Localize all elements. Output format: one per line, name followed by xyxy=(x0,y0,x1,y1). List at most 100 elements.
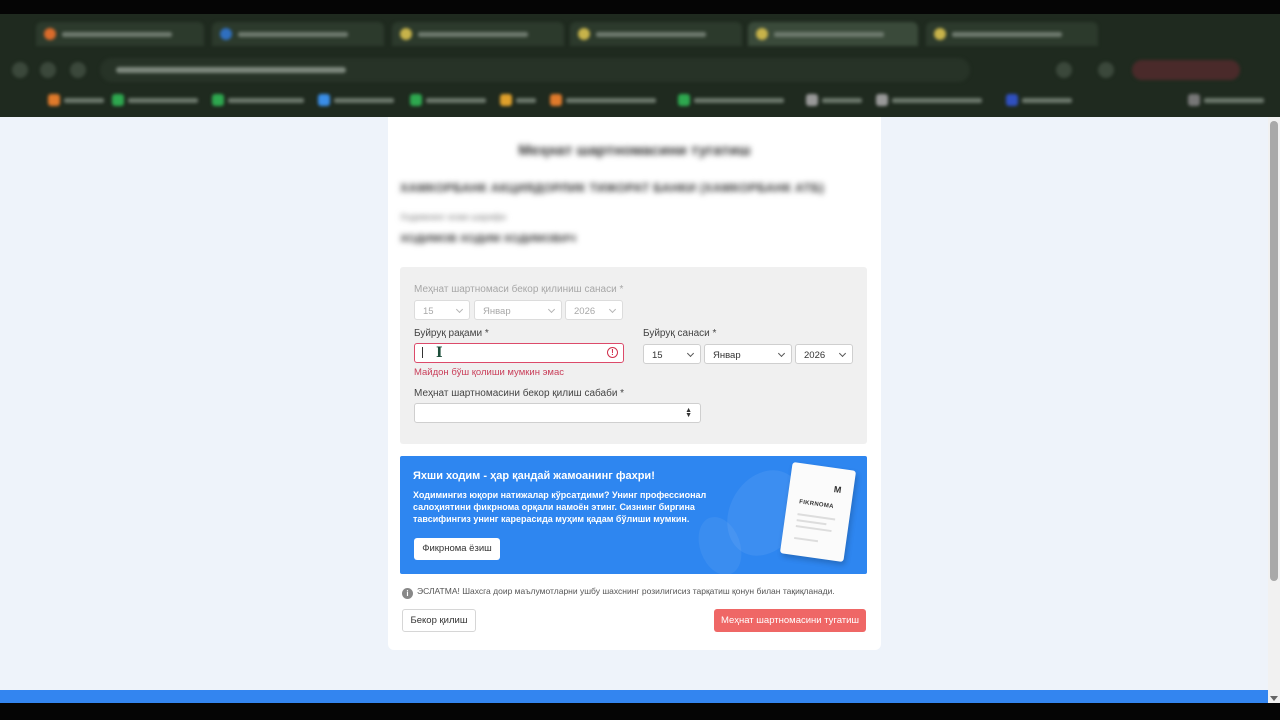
bookmarks-bar xyxy=(0,88,1280,112)
folder-icon xyxy=(1188,94,1200,106)
bookmark-icon xyxy=(112,94,124,106)
banner-title: Яхши ходим - ҳар қандай жамоанинг фахри! xyxy=(413,470,655,482)
bookmark-icon xyxy=(318,94,330,106)
bookmark-icon xyxy=(48,94,60,106)
text-cursor-icon: I xyxy=(436,345,443,361)
extensions-icon[interactable] xyxy=(1056,62,1072,78)
order-month-select[interactable]: Январ xyxy=(704,344,792,364)
document-logo: M xyxy=(833,484,842,495)
sort-arrows-icon: ▲ ▼ xyxy=(685,407,692,419)
browser-tab[interactable] xyxy=(36,22,204,46)
all-bookmarks[interactable] xyxy=(1188,94,1270,106)
order-year-value: 2026 xyxy=(804,350,826,361)
bookmark-icon xyxy=(500,94,512,106)
chevron-down-icon xyxy=(777,349,786,358)
scroll-down-icon[interactable] xyxy=(1270,696,1278,701)
bookmark-item[interactable] xyxy=(550,94,660,106)
window-top-bar xyxy=(0,0,1280,14)
alert-circle-icon: ! xyxy=(607,347,618,358)
tab-favicon-icon xyxy=(400,28,412,40)
page-title: Меҳнат шартномасини тугатиш xyxy=(518,142,751,159)
order-year-select[interactable]: 2026 xyxy=(795,344,853,364)
banner-text: Ходимингиз юқори натижалар кўрсатдими? У… xyxy=(413,490,707,524)
browser-tab[interactable] xyxy=(570,22,742,46)
fikrnoma-banner: Яхши ходим - ҳар қандай жамоанинг фахри!… xyxy=(400,456,867,574)
write-fikrnoma-button[interactable]: Фикрнома ёзиш xyxy=(414,538,500,560)
tab-favicon-icon xyxy=(44,28,56,40)
termination-month-select[interactable]: Январ xyxy=(474,300,562,320)
bookmark-item[interactable] xyxy=(212,94,308,106)
termination-year-select[interactable]: 2026 xyxy=(565,300,623,320)
terminate-contract-button[interactable]: Меҳнат шартномасини тугатиш xyxy=(714,609,866,632)
document-title: FIKRNOMA xyxy=(798,499,834,511)
bookmark-item[interactable] xyxy=(48,94,108,106)
company-name: ХАМКОРБАНК АКЦИЯДОРЛИК ТИЖОРАТ БАНКИ (ХА… xyxy=(400,181,825,195)
form-section: Меҳнат шартномаси бекор қилиниш санаси *… xyxy=(400,267,867,444)
order-month-value: Январ xyxy=(713,350,741,361)
info-icon: i xyxy=(402,588,413,599)
browser-tab[interactable] xyxy=(392,22,564,46)
bookmark-icon xyxy=(1006,94,1018,106)
privacy-notice: i ЭСЛАТМА! Шахсга доир маълумотларни ушбу… xyxy=(402,586,835,599)
browser-tab[interactable] xyxy=(212,22,384,46)
order-number-label: Буйруқ рақами * xyxy=(414,328,489,339)
tab-favicon-icon xyxy=(756,28,768,40)
bookmark-icon xyxy=(212,94,224,106)
bookmark-item[interactable] xyxy=(806,94,866,106)
page-footer-strip xyxy=(0,690,1268,703)
browser-tab-strip xyxy=(0,18,1280,48)
notice-text: ЭСЛАТМА! Шахсга доир маълумотларни ушбу … xyxy=(417,586,835,596)
bookmark-icon xyxy=(678,94,690,106)
text-caret xyxy=(422,347,423,358)
termination-month-value: Январ xyxy=(483,306,511,317)
bookmark-icon xyxy=(806,94,818,106)
tab-favicon-icon xyxy=(578,28,590,40)
scrollbar-thumb[interactable] xyxy=(1270,121,1278,581)
chevron-down-icon xyxy=(547,305,556,314)
bookmark-item[interactable] xyxy=(500,94,540,106)
order-number-input[interactable]: I ! xyxy=(414,343,624,363)
back-icon[interactable] xyxy=(12,62,28,78)
tab-favicon-icon xyxy=(220,28,232,40)
window-bottom-bar xyxy=(0,703,1280,720)
reason-select[interactable]: ▲ ▼ xyxy=(414,403,701,423)
cancel-button[interactable]: Бекор қилиш xyxy=(402,609,476,632)
termination-date-label: Меҳнат шартномаси бекор қилиниш санаси * xyxy=(414,284,624,295)
order-number-error: Майдон бўш қолиши мумкин эмас xyxy=(414,367,564,378)
employee-label: Ходимнинг исми шарифи xyxy=(400,212,506,222)
bookmark-item[interactable] xyxy=(678,94,788,106)
bookmark-item[interactable] xyxy=(318,94,398,106)
chevron-down-icon xyxy=(686,349,695,358)
order-day-value: 15 xyxy=(652,350,663,361)
bookmark-icon xyxy=(550,94,562,106)
forward-icon[interactable] xyxy=(40,62,56,78)
address-bar-row xyxy=(0,56,1280,84)
page-viewport: Меҳнат шартномасини тугатиш ХАМКОРБАНК А… xyxy=(0,117,1268,690)
bookmark-item[interactable] xyxy=(112,94,202,106)
chevron-down-icon xyxy=(455,305,464,314)
tab-favicon-icon xyxy=(934,28,946,40)
termination-day-select[interactable]: 15 xyxy=(414,300,470,320)
browser-chrome xyxy=(0,0,1280,117)
bookmark-item[interactable] xyxy=(1006,94,1076,106)
document-illustration: M FIKRNOMA xyxy=(779,461,857,563)
order-date-label: Буйруқ санаси * xyxy=(643,328,717,339)
termination-form-card: Меҳнат шартномасини тугатиш ХАМКОРБАНК А… xyxy=(388,117,881,650)
profile-button[interactable] xyxy=(1132,60,1240,80)
address-bar[interactable] xyxy=(100,58,970,82)
browser-tab[interactable] xyxy=(926,22,1098,46)
chevron-down-icon xyxy=(838,349,847,358)
chevron-down-icon xyxy=(608,305,617,314)
browser-tab-active[interactable] xyxy=(748,22,918,46)
bookmark-item[interactable] xyxy=(876,94,986,106)
order-day-select[interactable]: 15 xyxy=(643,344,701,364)
downloads-icon[interactable] xyxy=(1098,62,1114,78)
page-scrollbar[interactable] xyxy=(1268,117,1280,703)
termination-day-value: 15 xyxy=(423,306,434,317)
reload-icon[interactable] xyxy=(70,62,86,78)
termination-year-value: 2026 xyxy=(574,306,596,317)
bookmark-icon xyxy=(410,94,422,106)
bookmark-item[interactable] xyxy=(410,94,490,106)
bookmark-icon xyxy=(876,94,888,106)
reason-label: Меҳнат шартномасини бекор қилиш сабаби * xyxy=(414,388,625,399)
